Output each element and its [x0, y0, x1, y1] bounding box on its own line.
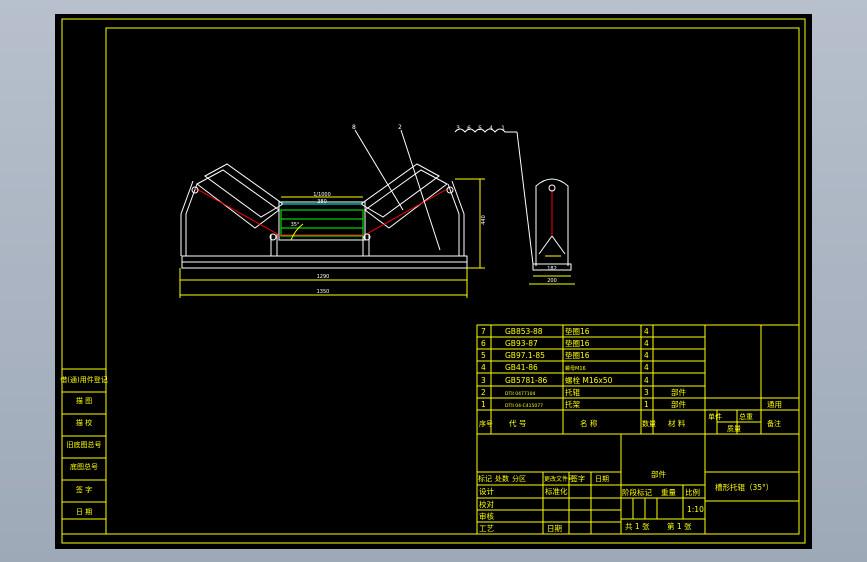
outer-frame: [61, 18, 806, 544]
left-strip-label: 底图总号: [70, 462, 98, 471]
bom-qty: 4: [644, 351, 649, 360]
title-material-cell: 部件: [651, 469, 666, 479]
rev-label: 标记: [478, 474, 492, 483]
cad-viewport[interactable]: 借(通)用件登记 描 图 描 校 旧底图总号 底图总号 签 字 日 期 1/10…: [55, 14, 812, 549]
standardization-label: 标准化: [545, 486, 568, 496]
bom-header-note: 备注: [767, 419, 781, 428]
bom-name: 螺母M16: [565, 365, 586, 372]
bom-header-material: 材 料: [668, 418, 686, 428]
right-support: [447, 180, 465, 256]
process-label: 工艺: [479, 524, 494, 533]
bom-code: DTII 04-C415077: [505, 403, 543, 409]
bom-qty: 4: [644, 376, 649, 385]
drawing-title: 槽形托辊（35°）: [715, 482, 773, 492]
bom-header-unit-weight: 单件: [708, 412, 722, 421]
center-roller: [278, 201, 366, 241]
side-view: [454, 128, 575, 285]
dim-top: 1/1000: [313, 192, 331, 198]
callout-front-left: 8: [352, 124, 356, 131]
left-strip-label: 借(通)用件登记: [60, 375, 107, 384]
bom-code: GB41-86: [505, 363, 538, 372]
callout-front-right: 2: [398, 124, 402, 131]
bom-seq: 2: [481, 388, 486, 397]
left-support: [180, 180, 198, 256]
bom-seq: 3: [481, 376, 486, 385]
bom-code: DTII 0477104: [505, 391, 535, 397]
sheet-number: 第 1 张: [667, 521, 692, 531]
bom-name: 垫圈16: [565, 326, 590, 336]
designer-label: 设计: [479, 486, 494, 496]
bom-header-qty: 数量: [642, 419, 656, 428]
scale-label: 比例: [685, 487, 700, 497]
drawing-sheet: 借(通)用件登记 描 图 描 校 旧底图总号 底图总号 签 字 日 期 1/10…: [60, 18, 806, 544]
bom-qty: 3: [644, 388, 649, 397]
callout-side: 3: [456, 125, 460, 132]
bom-header-total-weight: 总重: [739, 412, 753, 421]
checker-label: 校对: [479, 499, 494, 509]
callout-side: 1: [501, 125, 505, 132]
bom-name: 垫圈16: [565, 350, 590, 360]
left-strip-label: 描 校: [76, 418, 92, 427]
front-callouts: 8 2: [352, 124, 402, 131]
dim-middle: 380: [317, 199, 327, 205]
bom-code: GB5781-86: [505, 376, 548, 385]
bom-code: GB97.1-85: [505, 351, 545, 360]
dim-side-outer: 200: [547, 278, 557, 284]
left-strip-labels: 借(通)用件登记 描 图 描 校 旧底图总号 底图总号 签 字 日 期: [60, 375, 107, 516]
callout-side: 4: [489, 125, 493, 132]
bom-name: 垫圈16: [565, 338, 590, 348]
bom-code: GB853-88: [505, 327, 543, 336]
bom-header-code: 代 号: [509, 418, 526, 428]
reviewer-label: 审核: [479, 511, 494, 521]
rev-label: 分区: [512, 474, 526, 483]
rev-label: 处数: [495, 474, 509, 483]
callout-side: 6: [467, 125, 471, 132]
left-strip-label: 日 期: [76, 508, 92, 516]
bom-material: 部件: [671, 399, 686, 409]
left-wing-roller: [194, 163, 284, 237]
rev-label: 签字: [571, 474, 585, 483]
bom-seq: 6: [481, 339, 486, 348]
bom-qty: 4: [644, 339, 649, 348]
callout-side: 5: [478, 125, 482, 132]
left-strip-label: 描 图: [76, 396, 92, 405]
left-strip-label: 旧底图总号: [67, 440, 102, 449]
left-strip-label: 签 字: [76, 485, 92, 494]
dim-side-inner: 182: [547, 266, 557, 272]
bom-seq: 1: [481, 400, 486, 409]
bom-seq: 5: [481, 351, 486, 360]
bom-code: GB93-87: [505, 339, 538, 348]
inner-frame: [105, 27, 800, 535]
date-label: 日期: [547, 524, 562, 533]
bom-name: 托架: [565, 399, 580, 409]
bom-header-seq: 序号: [479, 419, 493, 428]
bom-name: 螺栓 M16x50: [565, 375, 613, 385]
rev-label: 日期: [595, 475, 609, 483]
dim-angle: 35°: [291, 222, 300, 228]
bom-seq: 7: [481, 327, 486, 336]
stage-label: 阶段标记: [622, 487, 652, 497]
bom-header-name: 名 称: [580, 418, 598, 428]
bom-seq: 4: [481, 363, 486, 372]
weight-label: 重量: [661, 488, 676, 497]
side-view-dims: 182 200: [547, 266, 557, 284]
dim-height: 440: [481, 215, 487, 225]
bom-header-weight: 质量: [727, 424, 741, 433]
bom-name: 托辊: [565, 387, 580, 397]
sheet-count: 共 1 张: [625, 522, 650, 531]
dim-bottom-inner: 1290: [317, 274, 330, 280]
dim-bottom-outer: 1350: [317, 289, 330, 295]
bom-note: 通用: [767, 399, 782, 409]
scale-value: 1:10: [687, 505, 704, 514]
front-view: [179, 129, 485, 298]
bom-qty: 4: [644, 363, 649, 372]
right-wing-roller: [360, 163, 450, 237]
bom-qty: 4: [644, 327, 649, 336]
bom-qty: 1: [644, 400, 649, 409]
bom-material: 部件: [671, 387, 686, 397]
rev-label: 更改文件号: [544, 475, 574, 483]
